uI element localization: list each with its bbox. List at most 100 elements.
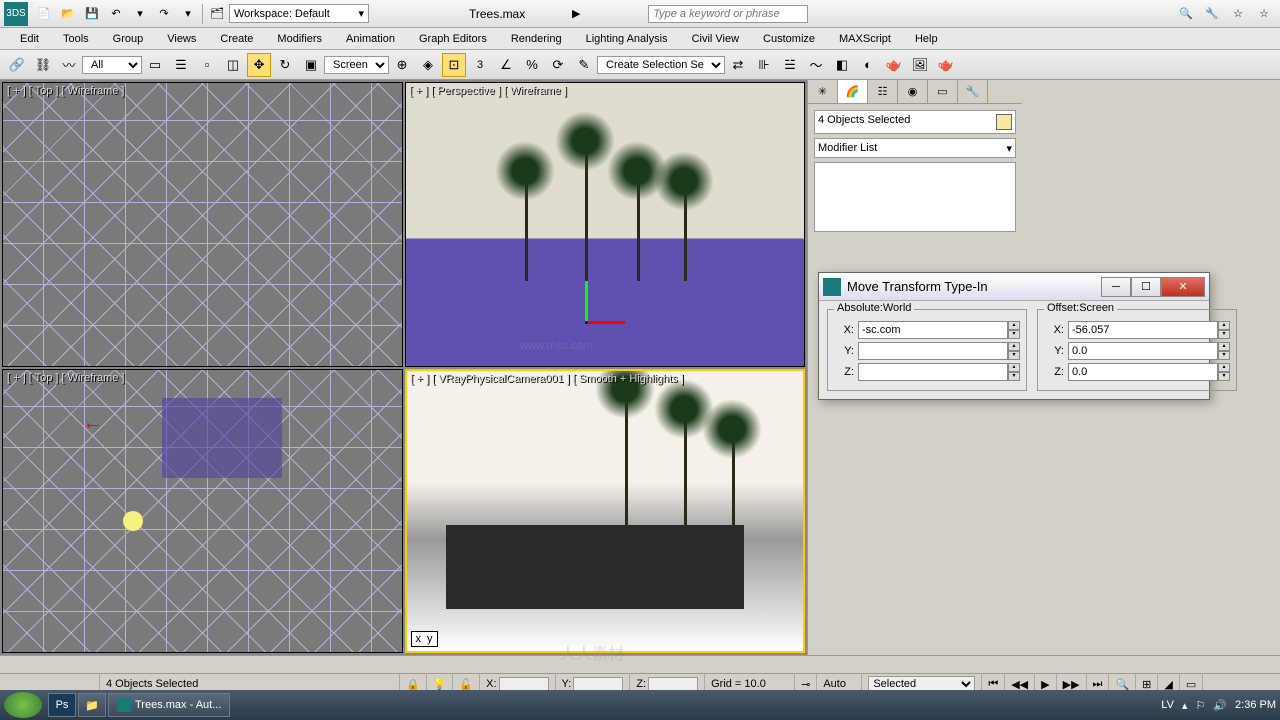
modifier-stack[interactable] bbox=[814, 162, 1016, 232]
taskbar-folder-icon[interactable]: 📁 bbox=[78, 693, 106, 717]
save-icon[interactable]: 💾 bbox=[81, 3, 103, 25]
pivot-icon[interactable]: ⊕ bbox=[390, 53, 414, 77]
title-play-icon[interactable]: ▶ bbox=[565, 3, 587, 25]
select-by-name-icon[interactable]: ☰ bbox=[169, 53, 193, 77]
select-move-icon[interactable]: ✥ bbox=[247, 53, 271, 77]
render-frame-icon[interactable]: 🖼 bbox=[908, 53, 932, 77]
modifier-list-dropdown[interactable]: Modifier List ▾ bbox=[814, 138, 1016, 158]
minimize-button[interactable]: ─ bbox=[1101, 277, 1131, 297]
select-rotate-icon[interactable]: ↻ bbox=[273, 53, 297, 77]
angle-snap-icon[interactable]: ∠ bbox=[494, 53, 518, 77]
menu-graph-editors[interactable]: Graph Editors bbox=[407, 30, 499, 48]
snap-toggle-icon[interactable]: 3 bbox=[468, 53, 492, 77]
select-scale-icon[interactable]: ▣ bbox=[299, 53, 323, 77]
curve-editor-icon[interactable]: 〜 bbox=[804, 53, 828, 77]
maximize-button[interactable]: ☐ bbox=[1131, 277, 1161, 297]
menu-group[interactable]: Group bbox=[101, 30, 156, 48]
bind-icon[interactable]: 〰 bbox=[57, 53, 81, 77]
manipulate-icon[interactable]: ◈ bbox=[416, 53, 440, 77]
modify-tab-icon[interactable]: 🌈 bbox=[838, 80, 868, 103]
spinner[interactable]: ▴▾ bbox=[1218, 363, 1230, 381]
layers-icon[interactable]: ☱ bbox=[778, 53, 802, 77]
selection-filter[interactable]: All bbox=[82, 56, 142, 74]
create-tab-icon[interactable]: ✳ bbox=[808, 80, 838, 103]
off-x-input[interactable] bbox=[1068, 321, 1218, 339]
abs-y-input[interactable] bbox=[858, 342, 1008, 360]
tray-up-icon[interactable]: ▴ bbox=[1182, 699, 1188, 712]
display-tab-icon[interactable]: ▭ bbox=[928, 80, 958, 103]
dialog-title: Move Transform Type-In bbox=[847, 279, 1101, 294]
motion-tab-icon[interactable]: ◉ bbox=[898, 80, 928, 103]
named-selection-set[interactable]: Create Selection Se bbox=[597, 56, 725, 74]
main-toolbar: 🔗 ⛓ 〰 All ▭ ☰ ▫ ◫ ✥ ↻ ▣ Screen ⊕ ◈ ⊡ 3 ∠… bbox=[0, 50, 1280, 80]
project-icon[interactable]: 🗂 bbox=[206, 3, 228, 25]
abs-z-input[interactable] bbox=[858, 363, 1008, 381]
render-setup-icon[interactable]: 🫖 bbox=[882, 53, 906, 77]
menu-civil-view[interactable]: Civil View bbox=[680, 30, 751, 48]
spinner[interactable]: ▴▾ bbox=[1008, 363, 1020, 381]
spinner[interactable]: ▴▾ bbox=[1008, 342, 1020, 360]
help-icon[interactable]: ☆ bbox=[1253, 3, 1275, 25]
hierarchy-tab-icon[interactable]: ☷ bbox=[868, 80, 898, 103]
select-object-icon[interactable]: ▭ bbox=[143, 53, 167, 77]
abs-x-input[interactable] bbox=[858, 321, 1008, 339]
link-icon[interactable]: 🔗 bbox=[5, 53, 29, 77]
start-button[interactable] bbox=[4, 692, 42, 718]
spinner[interactable]: ▴▾ bbox=[1218, 321, 1230, 339]
object-color-swatch[interactable] bbox=[996, 114, 1012, 130]
taskbar-app-item[interactable]: Trees.max - Aut... bbox=[108, 693, 230, 717]
off-y-input[interactable] bbox=[1068, 342, 1218, 360]
tray-clock[interactable]: 2:36 PM bbox=[1235, 699, 1276, 711]
align-icon[interactable]: ⊪ bbox=[752, 53, 776, 77]
undo-icon[interactable]: ↶ bbox=[105, 3, 127, 25]
menu-edit[interactable]: Edit bbox=[8, 30, 51, 48]
open-file-icon[interactable]: 📂 bbox=[57, 3, 79, 25]
mirror-icon[interactable]: ⇄ bbox=[726, 53, 750, 77]
material-editor-icon[interactable]: ◐ bbox=[856, 53, 880, 77]
viewport-bottom-right[interactable]: [ + ] [ VRayPhysicalCamera001 ] [ Smooth… bbox=[405, 369, 806, 654]
menu-help[interactable]: Help bbox=[903, 30, 950, 48]
menu-lighting[interactable]: Lighting Analysis bbox=[574, 30, 680, 48]
undo-dropdown-icon[interactable]: ▾ bbox=[129, 3, 151, 25]
select-region-icon[interactable]: ▫ bbox=[195, 53, 219, 77]
comm-center-icon[interactable]: 🔧 bbox=[1201, 3, 1223, 25]
utilities-tab-icon[interactable]: 🔧 bbox=[958, 80, 988, 103]
schematic-icon[interactable]: ◧ bbox=[830, 53, 854, 77]
menu-modifiers[interactable]: Modifiers bbox=[265, 30, 334, 48]
spinner[interactable]: ▴▾ bbox=[1008, 321, 1020, 339]
viewport-bottom-left[interactable]: [ + ] [ Top ] [ Wireframe ] ← bbox=[2, 369, 403, 654]
tray-lang[interactable]: LV bbox=[1161, 699, 1174, 711]
help-search-input[interactable] bbox=[648, 5, 808, 23]
taskbar-ps-icon[interactable]: Ps bbox=[48, 693, 76, 717]
menu-create[interactable]: Create bbox=[208, 30, 265, 48]
search-icon[interactable]: 🔍 bbox=[1175, 3, 1197, 25]
redo-dropdown-icon[interactable]: ▾ bbox=[177, 3, 199, 25]
unlink-icon[interactable]: ⛓ bbox=[31, 53, 55, 77]
viewport-top-left[interactable]: [ + ] [ Top ] [ Wireframe ] bbox=[2, 82, 403, 367]
menu-customize[interactable]: Customize bbox=[751, 30, 827, 48]
dialog-titlebar[interactable]: Move Transform Type-In ─ ☐ ✕ bbox=[819, 273, 1209, 301]
workspace-selector[interactable]: Workspace: Default▾ bbox=[229, 4, 369, 23]
keyboard-shortcut-icon[interactable]: ⊡ bbox=[442, 53, 466, 77]
spinner-snap-icon[interactable]: ⟳ bbox=[546, 53, 570, 77]
edit-named-sel-icon[interactable]: ✎ bbox=[572, 53, 596, 77]
redo-icon[interactable]: ↷ bbox=[153, 3, 175, 25]
menu-maxscript[interactable]: MAXScript bbox=[827, 30, 903, 48]
time-slider[interactable] bbox=[0, 655, 1280, 673]
percent-snap-icon[interactable]: % bbox=[520, 53, 544, 77]
window-crossing-icon[interactable]: ◫ bbox=[221, 53, 245, 77]
tray-flag-icon[interactable]: ⚐ bbox=[1195, 699, 1205, 712]
viewport-top-right[interactable]: [ + ] [ Perspective ] [ Wireframe ] bbox=[405, 82, 806, 367]
menu-rendering[interactable]: Rendering bbox=[499, 30, 574, 48]
off-z-input[interactable] bbox=[1068, 363, 1218, 381]
ref-coord-system[interactable]: Screen bbox=[324, 56, 389, 74]
spinner[interactable]: ▴▾ bbox=[1218, 342, 1230, 360]
menu-views[interactable]: Views bbox=[155, 30, 208, 48]
menu-tools[interactable]: Tools bbox=[51, 30, 101, 48]
close-button[interactable]: ✕ bbox=[1161, 277, 1205, 297]
render-icon[interactable]: 🫖 bbox=[934, 53, 958, 77]
new-file-icon[interactable]: 📄 bbox=[33, 3, 55, 25]
menu-animation[interactable]: Animation bbox=[334, 30, 407, 48]
favorites-icon[interactable]: ☆ bbox=[1227, 3, 1249, 25]
tray-volume-icon[interactable]: 🔊 bbox=[1213, 699, 1227, 712]
